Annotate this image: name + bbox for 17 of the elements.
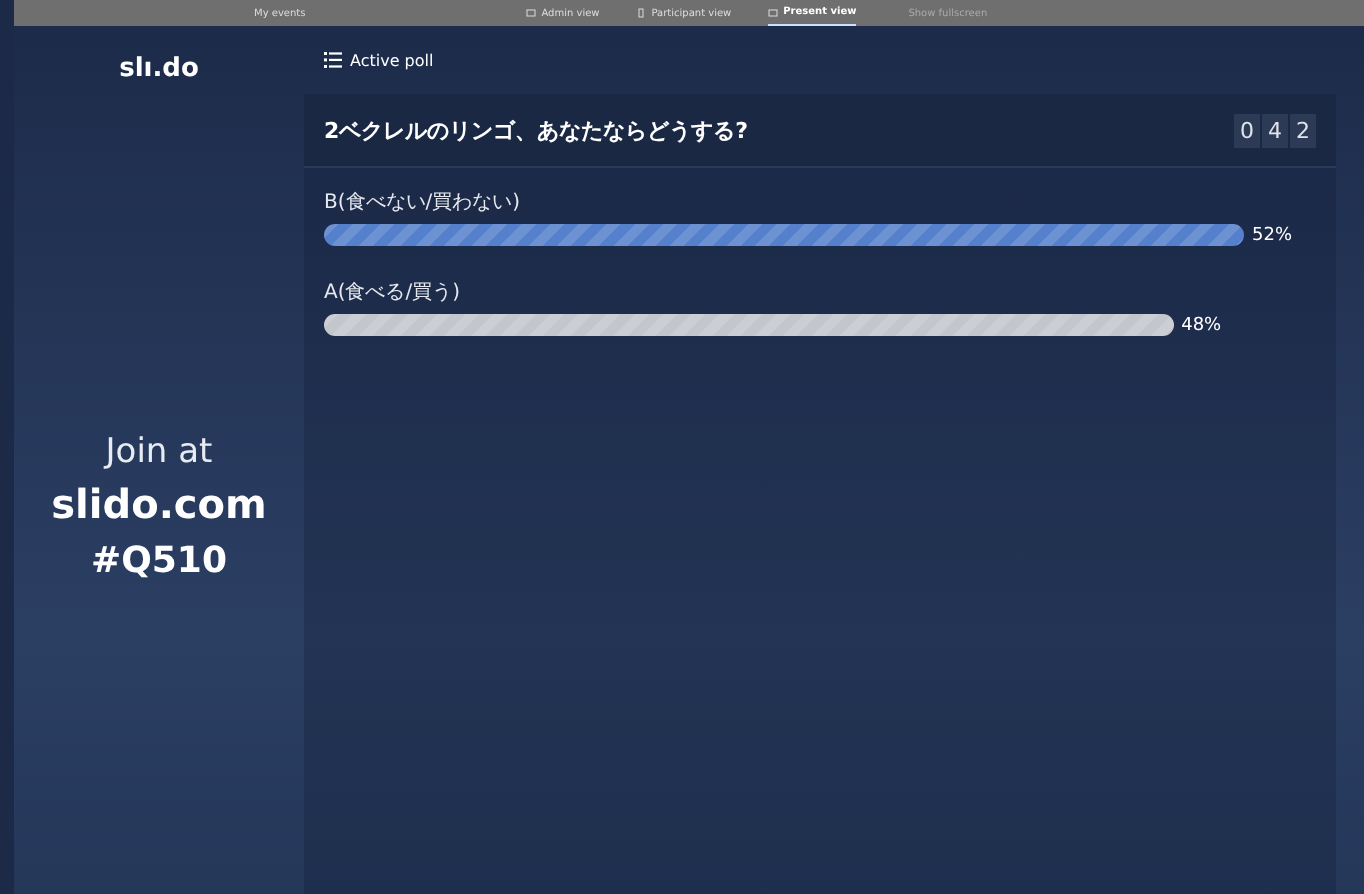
- join-text: Join at: [105, 432, 213, 472]
- logo: slı.do: [119, 54, 199, 84]
- option-label: A(食べる/買う): [324, 280, 463, 306]
- vote-counter-digit: 0: [1234, 113, 1260, 147]
- section-title: Active poll: [350, 51, 434, 69]
- option-label: B(食べない/買わない): [324, 190, 523, 216]
- vote-counter-digit: 2: [1290, 113, 1316, 147]
- vote-counter-digit: 4: [1262, 113, 1288, 147]
- monitor-icon: [767, 7, 778, 17]
- site-address: slido.com: [51, 480, 267, 528]
- option-percent: 48%: [1181, 315, 1222, 335]
- poll-question: 2ベクレルのリンゴ、あなたならどうする?: [324, 115, 749, 145]
- list-icon: [324, 52, 342, 68]
- phone-icon: [635, 8, 646, 18]
- event-code: #Q510: [91, 540, 227, 582]
- monitor-icon: [525, 8, 536, 18]
- option-percent: 52%: [1252, 225, 1293, 245]
